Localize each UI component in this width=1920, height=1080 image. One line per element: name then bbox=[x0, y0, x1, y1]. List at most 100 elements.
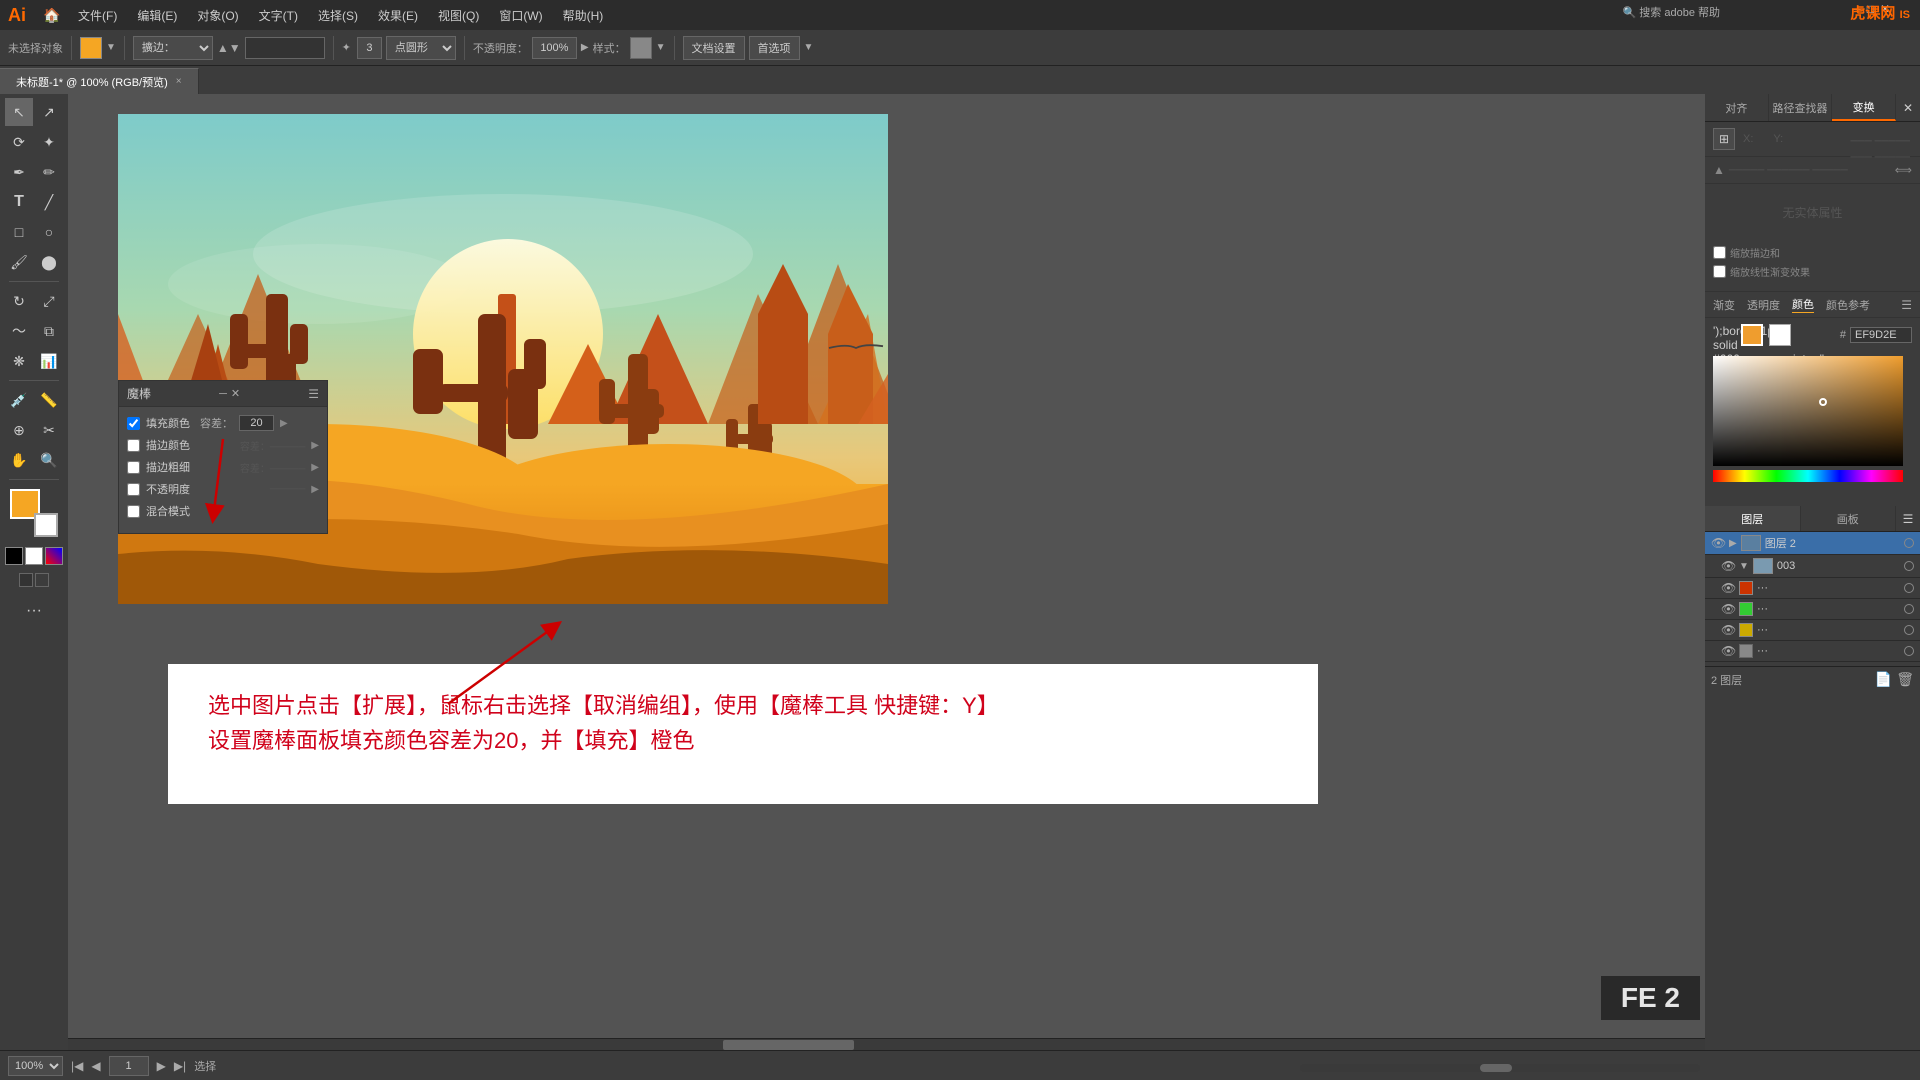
eye-icon-gray[interactable]: 👁 bbox=[1721, 644, 1735, 658]
white-color[interactable] bbox=[25, 547, 43, 565]
scale-strokes-checkbox[interactable] bbox=[1713, 246, 1726, 259]
gradient-tab[interactable]: 渐变 bbox=[1713, 297, 1735, 313]
panel-close-right[interactable]: ✕ bbox=[1896, 94, 1920, 121]
layers-menu-icon[interactable]: ☰ bbox=[1896, 506, 1920, 531]
style-swatch[interactable] bbox=[630, 37, 652, 59]
ellipse-tool[interactable]: ○ bbox=[35, 218, 63, 246]
rotate-tool[interactable]: ↻ bbox=[5, 287, 33, 315]
free-transform-tool[interactable]: ⧉ bbox=[35, 317, 63, 345]
eye-icon-red[interactable]: 👁 bbox=[1721, 581, 1735, 595]
eye-icon-layer2[interactable]: 👁 bbox=[1711, 536, 1725, 550]
horizontal-scrollbar[interactable] bbox=[68, 1038, 1705, 1050]
expand-layer2[interactable]: ▶ bbox=[1729, 538, 1737, 549]
menu-edit[interactable]: 编辑(E) bbox=[129, 5, 185, 26]
line-tool[interactable]: ╱ bbox=[35, 188, 63, 216]
scale-effects-checkbox[interactable] bbox=[1713, 265, 1726, 278]
warp-tool[interactable]: 〜 bbox=[5, 317, 33, 345]
select-tool[interactable]: ↖ bbox=[5, 98, 33, 126]
opacity-input[interactable] bbox=[532, 37, 577, 59]
bottom-scroll-track[interactable] bbox=[1300, 1064, 1700, 1072]
document-tab[interactable]: 未标题-1* @ 100% (RGB/预览) × bbox=[0, 68, 199, 94]
slice-tool[interactable]: ✂ bbox=[35, 416, 63, 444]
zoom-tool[interactable]: 🔍 bbox=[35, 446, 63, 474]
zoom-select[interactable]: 100% 50% 200% bbox=[8, 1056, 63, 1076]
hand-tool[interactable]: ✋ bbox=[5, 446, 33, 474]
home-icon[interactable]: 🏠 bbox=[38, 1, 66, 29]
page-input[interactable] bbox=[109, 1056, 149, 1076]
menu-help[interactable]: 帮助(H) bbox=[555, 5, 612, 26]
color-ref-tab[interactable]: 颜色参考 bbox=[1826, 297, 1870, 313]
delete-layer-button[interactable]: 🗑 bbox=[1896, 671, 1914, 688]
layer-row-layer2[interactable]: 👁 ▶ 图层 2 bbox=[1705, 532, 1920, 555]
paintbrush-tool[interactable]: 🖌 bbox=[5, 248, 33, 276]
rect-tool[interactable]: □ bbox=[5, 218, 33, 246]
direct-select-tool[interactable]: ↗ bbox=[35, 98, 63, 126]
mode-select[interactable]: 擴边： bbox=[133, 36, 213, 60]
pen-tool[interactable]: ✒ bbox=[5, 158, 33, 186]
opacity-label[interactable]: 不透明度 bbox=[146, 481, 190, 497]
more-tools[interactable]: ··· bbox=[20, 597, 48, 625]
column-graph-tool[interactable]: 📊 bbox=[35, 347, 63, 375]
fill-options-icon[interactable]: ▼ bbox=[106, 42, 116, 53]
stroke-tolerance-arrow[interactable]: ▶ bbox=[311, 440, 319, 451]
prefs-arrow[interactable]: ▼ bbox=[804, 42, 814, 53]
bottom-scroll-thumb[interactable] bbox=[1480, 1064, 1512, 1072]
scrollbar-thumb[interactable] bbox=[723, 1040, 854, 1050]
opacity-checkbox[interactable] bbox=[127, 483, 140, 496]
hue-bar[interactable] bbox=[1713, 470, 1903, 482]
color-picker-cursor[interactable] bbox=[1819, 398, 1827, 406]
point-count-input[interactable] bbox=[357, 37, 382, 59]
fill-color-checkbox[interactable] bbox=[127, 417, 140, 430]
layer-row-red[interactable]: 👁 ··· bbox=[1705, 578, 1920, 599]
menu-file[interactable]: 文件(F) bbox=[70, 5, 125, 26]
panel-close[interactable]: ✕ bbox=[231, 387, 240, 400]
eyedropper-tool[interactable]: 💉 bbox=[5, 386, 33, 414]
background-color[interactable] bbox=[34, 513, 58, 537]
style-arrow[interactable]: ▼ bbox=[656, 42, 666, 53]
stroke-color-label[interactable]: 描边颜色 bbox=[146, 437, 190, 453]
opacity-arrow[interactable]: ▶ bbox=[581, 42, 589, 53]
menu-effect[interactable]: 效果(E) bbox=[370, 5, 426, 26]
tab-pathfinder[interactable]: 路径查找器 bbox=[1769, 94, 1833, 121]
lasso-tool[interactable]: ⟳ bbox=[5, 128, 33, 156]
measure-tool[interactable]: 📏 bbox=[35, 386, 63, 414]
fill-color-swatch[interactable] bbox=[80, 37, 102, 59]
next-page-btn[interactable]: ▶ bbox=[157, 1059, 166, 1073]
panel-minimize[interactable]: ─ bbox=[219, 387, 227, 400]
last-page-btn[interactable]: ▶| bbox=[174, 1059, 186, 1073]
expand-003[interactable]: ▼ bbox=[1739, 561, 1749, 572]
stroke-weight-label[interactable]: 描边粗细 bbox=[146, 459, 190, 475]
color-picker-gradient[interactable] bbox=[1713, 356, 1903, 466]
tab-align[interactable]: 对齐 bbox=[1705, 94, 1769, 121]
fg-color-swatch-panel[interactable] bbox=[1741, 324, 1763, 346]
tab-close[interactable]: × bbox=[176, 76, 182, 87]
mode-arrow[interactable]: ▲▼ bbox=[217, 41, 241, 55]
menu-select[interactable]: 选择(S) bbox=[310, 5, 366, 26]
color-tab[interactable]: 颜色 bbox=[1792, 296, 1814, 313]
symbol-sprayer-tool[interactable]: ❋ bbox=[5, 347, 33, 375]
menu-object[interactable]: 对象(O) bbox=[189, 5, 246, 26]
blend-mode-checkbox[interactable] bbox=[127, 505, 140, 518]
layer-row-gray[interactable]: 👁 ··· bbox=[1705, 641, 1920, 662]
stroke-weight-checkbox[interactable] bbox=[127, 461, 140, 474]
bg-color-swatch-panel[interactable] bbox=[1769, 324, 1791, 346]
fill-color-label[interactable]: 填充颜色 bbox=[146, 415, 190, 431]
shape-select[interactable]: 点圆形 bbox=[386, 36, 456, 60]
stroke-weight-arrow[interactable]: ▶ bbox=[311, 462, 319, 473]
tab-artboards[interactable]: 画板 bbox=[1801, 506, 1897, 531]
doc-setup-button[interactable]: 文档设置 bbox=[683, 36, 745, 60]
blend-tool[interactable]: ⊕ bbox=[5, 416, 33, 444]
panel-menu-icon[interactable]: ☰ bbox=[308, 387, 319, 401]
layer-row-green[interactable]: 👁 ··· bbox=[1705, 599, 1920, 620]
scale-tool[interactable]: ⤢ bbox=[35, 287, 63, 315]
eye-icon-green[interactable]: 👁 bbox=[1721, 602, 1735, 616]
tolerance-input[interactable] bbox=[239, 415, 274, 431]
pencil-tool[interactable]: ✏ bbox=[35, 158, 63, 186]
blend-mode-label[interactable]: 混合模式 bbox=[146, 503, 190, 519]
prev-page-btn[interactable]: ◀ bbox=[91, 1059, 100, 1073]
opacity-panel-tab[interactable]: 透明度 bbox=[1747, 297, 1780, 313]
preferences-button[interactable]: 首选项 bbox=[749, 36, 800, 60]
magic-wand-tool[interactable]: ✦ bbox=[35, 128, 63, 156]
type-tool[interactable]: T bbox=[5, 188, 33, 216]
none-color[interactable] bbox=[5, 547, 23, 565]
